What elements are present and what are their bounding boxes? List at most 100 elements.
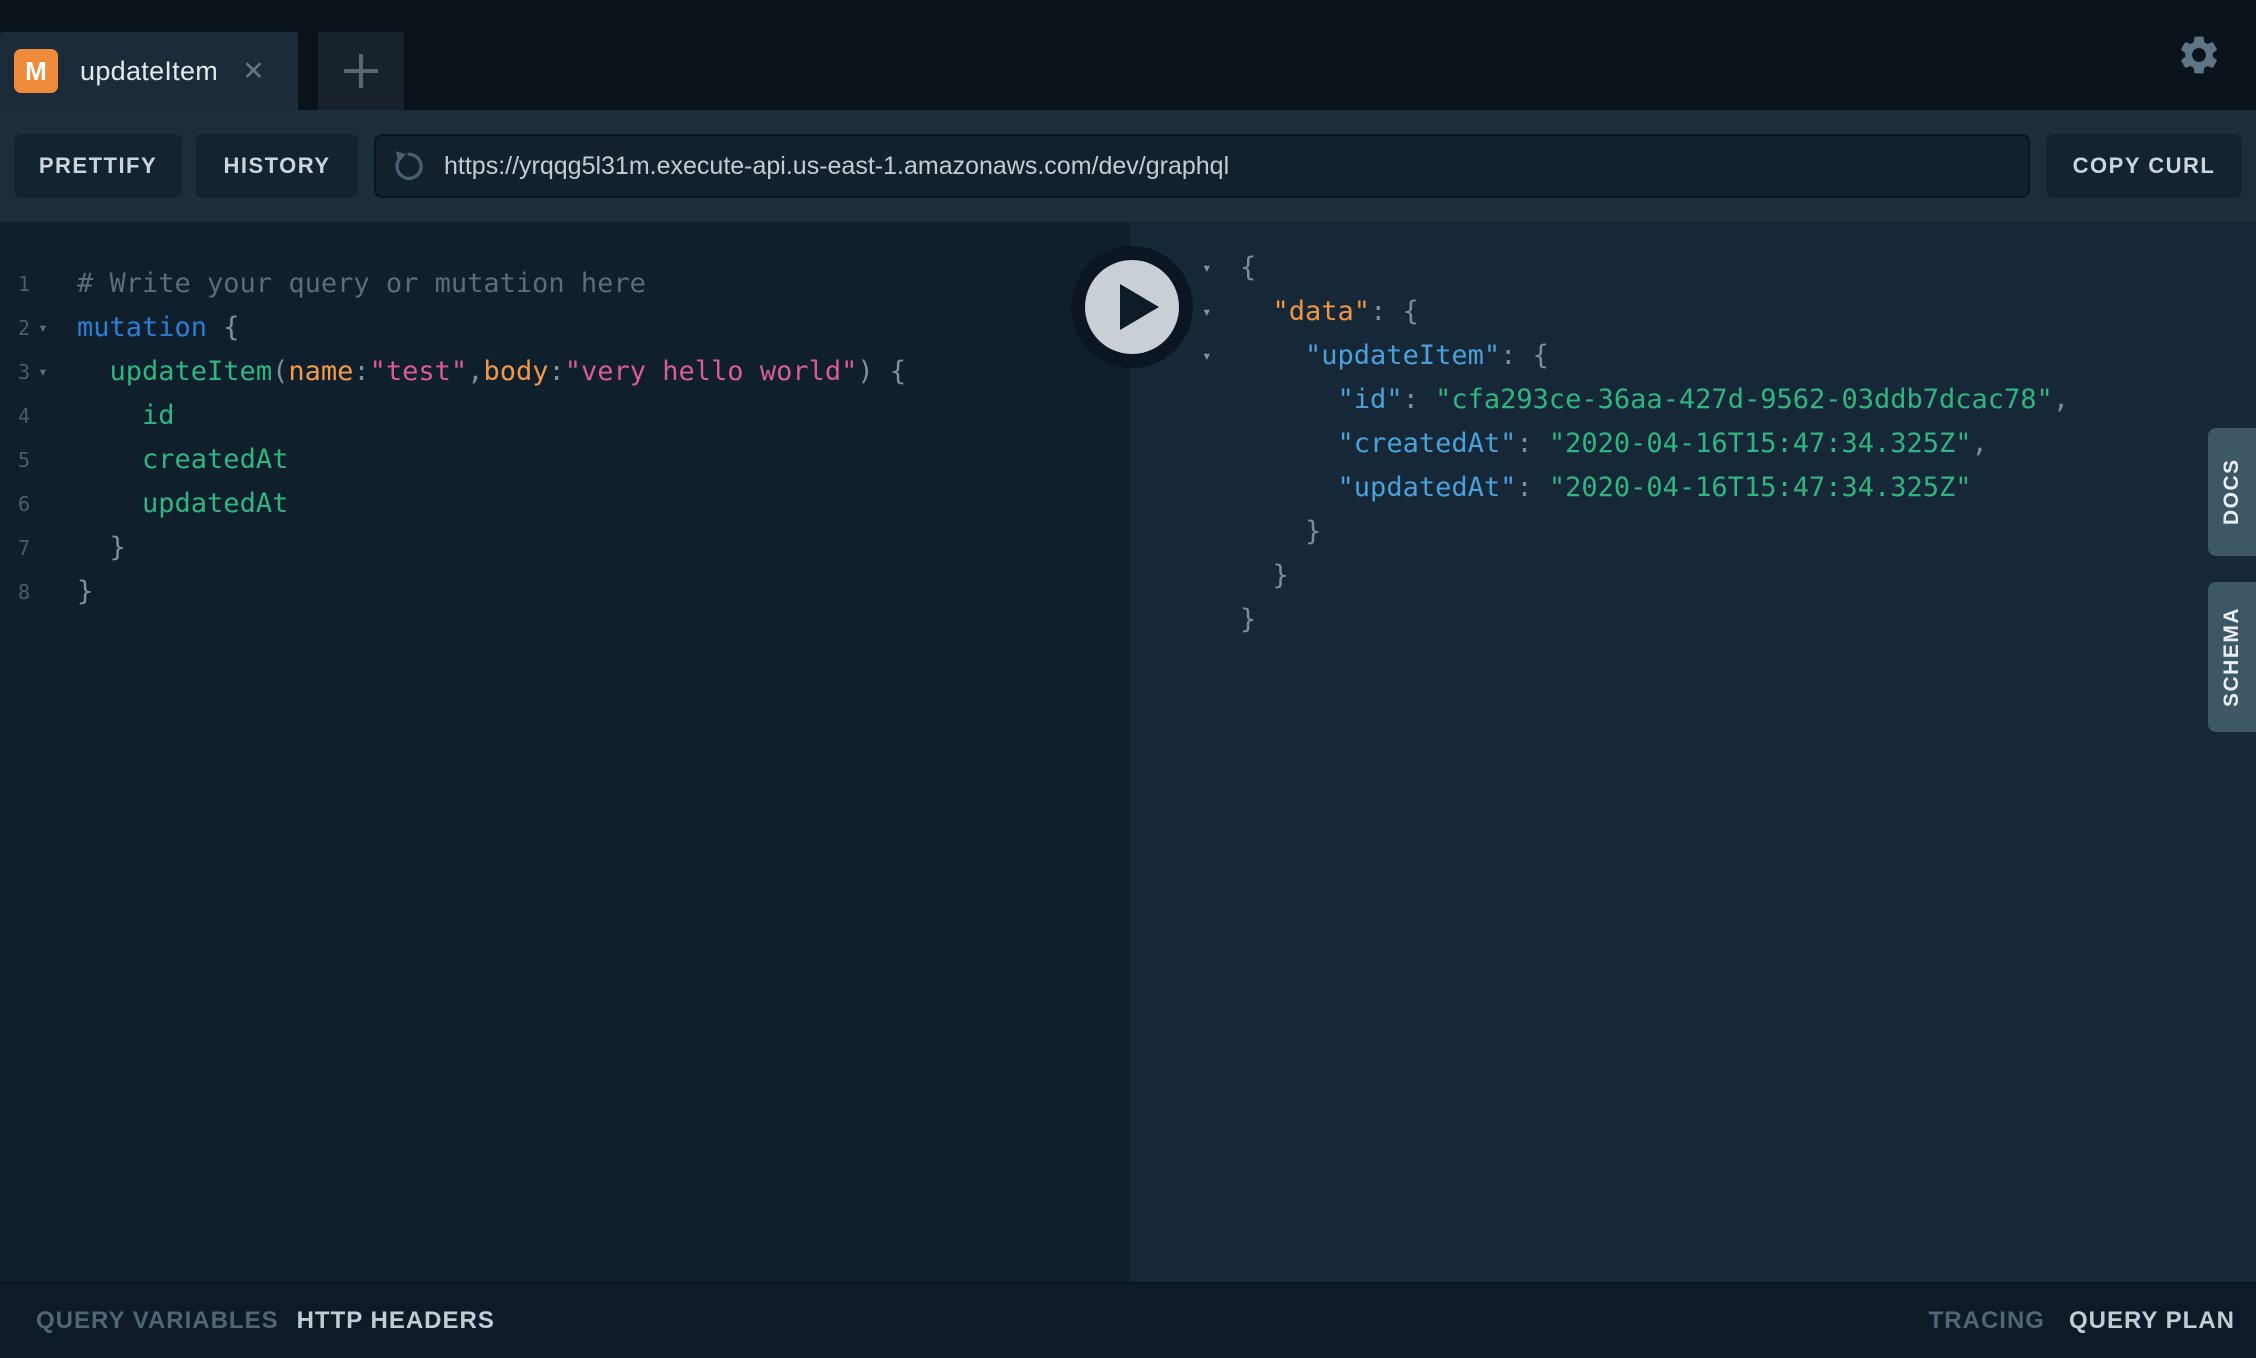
editor-code-text: updatedAt xyxy=(77,482,288,526)
query-editor-pane[interactable]: 1# Write your query or mutation here2▾ mu… xyxy=(0,222,1130,1282)
code-token: ) { xyxy=(857,356,906,387)
code-token: } xyxy=(1240,560,1289,591)
editor-code-text: mutation { xyxy=(77,306,240,350)
code-token: , xyxy=(467,356,483,387)
bottom-bar-right: TRACING QUERY PLAN xyxy=(1929,1307,2235,1335)
response-line: } xyxy=(1130,554,2256,598)
http-headers-tab[interactable]: HTTP HEADERS xyxy=(297,1307,495,1335)
response-line: ▾{ xyxy=(1130,246,2256,290)
code-token: : xyxy=(1516,428,1549,459)
docs-sidebar-tab[interactable]: DOCS xyxy=(2208,428,2256,556)
fold-arrow-icon[interactable]: ▾ xyxy=(1202,246,1240,290)
tab-title: updateItem xyxy=(80,56,218,87)
fold-arrow-icon[interactable]: ▾ xyxy=(1202,290,1240,334)
code-token: , xyxy=(1972,428,1988,459)
editor-line[interactable]: 2▾ mutation { xyxy=(0,306,1130,350)
line-number: 8 xyxy=(0,570,30,614)
response-code-text: "updatedAt": "2020-04-16T15:47:34.325Z" xyxy=(1240,466,1972,510)
code-token xyxy=(1240,296,1273,327)
query-plan-tab[interactable]: QUERY PLAN xyxy=(2069,1307,2235,1335)
code-token: "updatedAt" xyxy=(1338,472,1517,503)
editor-line[interactable]: 6 updatedAt xyxy=(0,482,1130,526)
code-token xyxy=(77,400,142,431)
code-token: } xyxy=(77,576,93,607)
close-tab-icon[interactable]: ✕ xyxy=(242,58,265,85)
editor-line[interactable]: 8} xyxy=(0,570,1130,614)
code-token: # Write your query or mutation here xyxy=(77,268,646,299)
fold-arrow-icon[interactable]: ▾ xyxy=(30,350,56,394)
response-line: "createdAt": "2020-04-16T15:47:34.325Z", xyxy=(1130,422,2256,466)
code-token: "id" xyxy=(1338,384,1403,415)
fold-spacer xyxy=(1202,422,1240,466)
response-pane: ▾{▾ "data": {▾ "updateItem": { "id": "cf… xyxy=(1130,222,2256,1282)
history-button[interactable]: HISTORY xyxy=(196,134,358,198)
editor-code-text: # Write your query or mutation here xyxy=(77,262,646,306)
toolbar: PRETTIFY HISTORY COPY CURL xyxy=(0,110,2256,222)
schema-sidebar-tab[interactable]: SCHEMA xyxy=(2208,582,2256,732)
response-line: } xyxy=(1130,598,2256,642)
line-number: 7 xyxy=(0,526,30,570)
code-token: : xyxy=(548,356,564,387)
fold-arrow-icon[interactable]: ▾ xyxy=(30,306,56,350)
gear-icon xyxy=(2176,32,2222,78)
line-number: 5 xyxy=(0,438,30,482)
line-number: 2 xyxy=(0,306,30,350)
code-token: body xyxy=(483,356,548,387)
tab-updateitem[interactable]: M updateItem ✕ xyxy=(0,32,298,110)
editor-line[interactable]: 7 } xyxy=(0,526,1130,570)
code-token: updatedAt xyxy=(142,488,288,519)
response-code-text: "updateItem": { xyxy=(1240,334,1549,378)
endpoint-url-input[interactable] xyxy=(442,151,2014,182)
fold-spacer xyxy=(30,394,56,438)
code-token: mutation xyxy=(77,312,207,343)
code-token: "createdAt" xyxy=(1338,428,1517,459)
copy-curl-button[interactable]: COPY CURL xyxy=(2046,134,2242,198)
response-line: "id": "cfa293ce-36aa-427d-9562-03ddb7dca… xyxy=(1130,378,2256,422)
play-icon xyxy=(1070,245,1194,369)
line-number: 6 xyxy=(0,482,30,526)
response-line: "updatedAt": "2020-04-16T15:47:34.325Z" xyxy=(1130,466,2256,510)
fold-arrow-icon[interactable]: ▾ xyxy=(1202,334,1240,378)
reload-icon[interactable] xyxy=(390,147,428,185)
fold-spacer xyxy=(1202,466,1240,510)
query-variables-tab[interactable]: QUERY VARIABLES xyxy=(36,1307,279,1335)
code-token: id xyxy=(142,400,175,431)
editor-code-text: updateItem(name:"test",body:"very hello … xyxy=(77,350,906,394)
response-json: ▾{▾ "data": {▾ "updateItem": { "id": "cf… xyxy=(1130,246,2256,642)
code-token: "updateItem" xyxy=(1305,340,1500,371)
endpoint-url-box xyxy=(374,134,2030,198)
code-token: } xyxy=(1240,604,1256,635)
settings-button[interactable] xyxy=(2176,32,2222,78)
code-token: { xyxy=(1240,252,1256,283)
query-editor-code: 1# Write your query or mutation here2▾ mu… xyxy=(0,262,1130,614)
editor-line[interactable]: 5 createdAt xyxy=(0,438,1130,482)
editor-line[interactable]: 4 id xyxy=(0,394,1130,438)
code-token: { xyxy=(207,312,240,343)
code-token: "2020-04-16T15:47:34.325Z" xyxy=(1549,472,1972,503)
graphql-playground-window: M updateItem ✕ PRETTIFY HISTORY COPY xyxy=(0,0,2256,1358)
code-token: updateItem xyxy=(110,356,273,387)
fold-spacer xyxy=(1202,554,1240,598)
editor-line[interactable]: 3▾ updateItem(name:"test",body:"very hel… xyxy=(0,350,1130,394)
response-line: ▾ "updateItem": { xyxy=(1130,334,2256,378)
code-token xyxy=(1240,340,1305,371)
code-token: "test" xyxy=(370,356,468,387)
response-code-text: { xyxy=(1240,246,1256,290)
code-token: : xyxy=(1403,384,1436,415)
code-token xyxy=(77,356,110,387)
prettify-button[interactable]: PRETTIFY xyxy=(14,134,182,198)
editor-code-text: id xyxy=(77,394,175,438)
new-tab-button[interactable] xyxy=(318,32,404,110)
editor-line[interactable]: 1# Write your query or mutation here xyxy=(0,262,1130,306)
bottom-bar-left: QUERY VARIABLES HTTP HEADERS xyxy=(36,1307,495,1335)
execute-query-button[interactable] xyxy=(1070,245,1194,369)
code-token: createdAt xyxy=(142,444,288,475)
fold-spacer xyxy=(30,570,56,614)
editor-code-text: } xyxy=(77,526,126,570)
fold-spacer xyxy=(30,482,56,526)
line-number: 3 xyxy=(0,350,30,394)
mutation-badge: M xyxy=(14,49,58,93)
code-token: : xyxy=(1516,472,1549,503)
tracing-tab[interactable]: TRACING xyxy=(1929,1307,2045,1335)
editor-code-text: createdAt xyxy=(77,438,288,482)
